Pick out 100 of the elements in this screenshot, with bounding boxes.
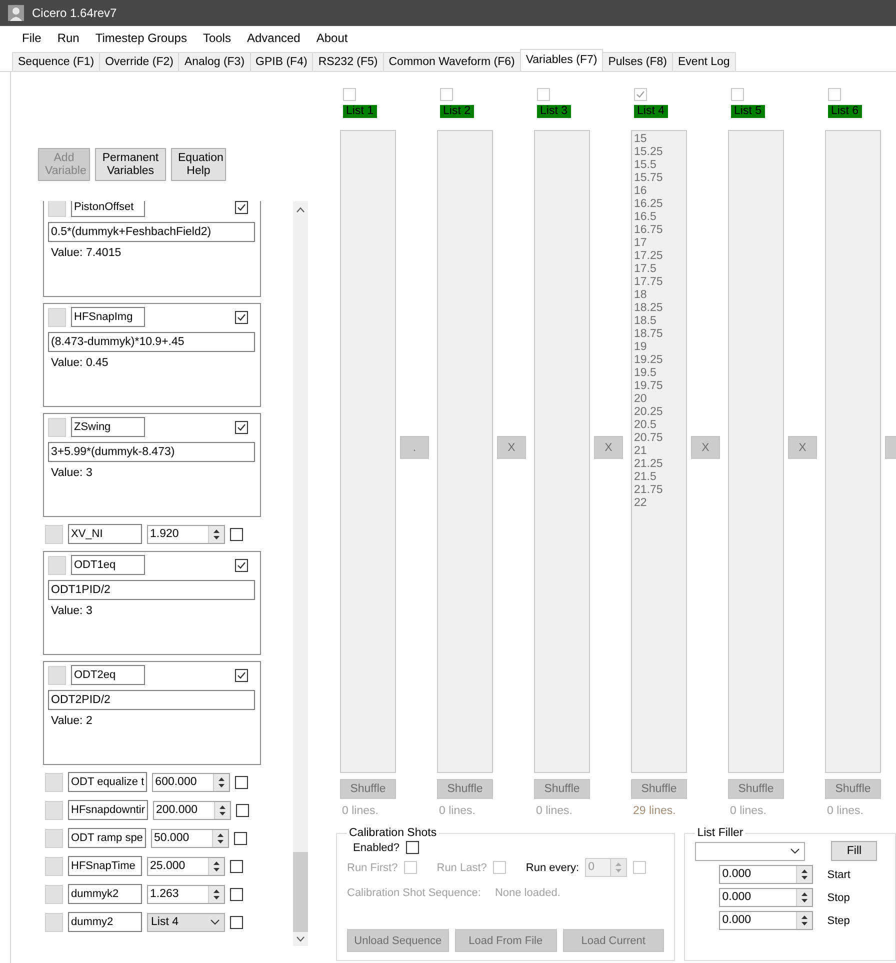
list-item: 16 [634, 185, 648, 198]
list-label: List 1 [343, 105, 376, 118]
tab[interactable]: Analog (F3) [178, 52, 251, 71]
list-item: 19.5 [634, 367, 658, 380]
tab[interactable]: Override (F2) [99, 52, 180, 71]
tab[interactable]: RS232 (F5) [312, 52, 384, 71]
tab[interactable]: Common Waveform (F6) [382, 52, 521, 71]
list-item: 20.5 [634, 419, 658, 432]
group-title: Calibration Shots [348, 827, 438, 839]
spin-field[interactable]: 0.000 [719, 911, 814, 930]
list-item: 18.75 [634, 328, 664, 341]
line-count: 0 lines. [826, 805, 864, 817]
tab[interactable]: Event Log [672, 52, 736, 71]
formula-field[interactable]: 3+5.99*(dummyk-8.473) [48, 442, 255, 462]
fill-button[interactable]: Fill [831, 841, 878, 861]
field-label: Step [827, 914, 850, 926]
line-count: 29 lines. [632, 805, 677, 817]
spin-field[interactable]: 25.000 [147, 856, 225, 876]
list-item: 16.5 [634, 211, 658, 224]
list-label: List 6 [828, 105, 862, 118]
enabled-label: Enabled? [353, 842, 400, 854]
list-item: 20.75 [634, 432, 664, 445]
formula-field[interactable]: ODT1PID/2 [48, 580, 255, 600]
spin-field[interactable]: 0.000 [719, 888, 814, 907]
list-item: 17.5 [634, 263, 658, 276]
sequence-label: Calibration Shot Sequence: [347, 887, 481, 899]
list-item: 19.75 [634, 380, 664, 393]
list-item: 15.75 [634, 172, 664, 185]
spin-field[interactable]: 0.000 [719, 865, 814, 884]
variable-name-field[interactable]: ZSwing [71, 417, 145, 437]
spin-field[interactable]: 50.000 [150, 828, 229, 848]
menu-item[interactable]: About [308, 31, 356, 45]
menu-item[interactable]: Advanced [238, 31, 308, 45]
list-label: List 5 [731, 105, 764, 118]
line-count: 0 lines. [341, 805, 380, 817]
variable-name-field[interactable]: ODT2eq [71, 665, 145, 685]
variable-name-field[interactable]: XV_NI [68, 524, 142, 544]
list-label: List 4 [634, 105, 668, 118]
tab[interactable]: Pulses (F8) [602, 52, 674, 71]
run-last-label: Run Last? [436, 862, 487, 874]
menu-item[interactable]: File [14, 31, 50, 45]
variable-name-field[interactable]: dummy2 [68, 912, 142, 932]
list-label: List 2 [440, 105, 474, 118]
line-count: 0 lines. [438, 805, 476, 817]
list-item: 20 [634, 393, 648, 406]
list-item: 21.25 [634, 458, 664, 471]
value-text: Value: 7.4015 [50, 247, 122, 259]
tab[interactable]: GPIB (F4) [250, 52, 314, 71]
line-count: 0 lines. [535, 805, 574, 817]
spin-field[interactable]: 200.000 [152, 800, 231, 820]
value-text: Value: 2 [50, 715, 94, 727]
list-item: 15.5 [634, 159, 658, 172]
list-item: 18.25 [634, 302, 664, 315]
sequence-value: None loaded. [494, 887, 560, 899]
line-count: 0 lines. [729, 805, 768, 817]
window-title: Cicero 1.64rev7 [32, 6, 117, 20]
spin-field[interactable]: 1.920 [147, 524, 225, 544]
menu-item[interactable]: Tools [194, 31, 239, 45]
variable-name-field[interactable]: HFsnapdowntir [68, 800, 148, 820]
list-item: 17.25 [634, 250, 664, 263]
variable-name-field[interactable]: HFSnapImg [71, 307, 145, 327]
list-item: 17 [634, 237, 648, 250]
list-item: 15.25 [634, 146, 664, 159]
list-item: 22 [634, 497, 648, 510]
list-dropdown[interactable]: List 4 [147, 912, 225, 932]
variable-name-field[interactable]: PistonOffset [71, 201, 145, 217]
variable-name-field[interactable]: ODT1eq [71, 555, 145, 575]
list-item: 19.25 [634, 354, 664, 367]
list-item: 15 [634, 133, 648, 146]
menu-item[interactable]: Timestep Groups [87, 31, 195, 45]
list-item: 20.25 [634, 406, 664, 419]
list-item: 21.5 [634, 471, 658, 484]
formula-field[interactable]: 0.5*(dummyk+FeshbachField2) [48, 222, 255, 242]
field-label: Start [827, 868, 850, 880]
variable-name-field[interactable]: HFSnapTime [68, 856, 142, 876]
list-item: 19 [634, 341, 648, 354]
run-first-label: Run First? [347, 862, 398, 874]
list-item: 18.5 [634, 315, 658, 328]
list-item: 21 [634, 445, 648, 458]
variable-name-field[interactable]: dummyk2 [68, 884, 142, 904]
formula-field[interactable]: ODT2PID/2 [48, 690, 255, 710]
list-item: 16.75 [634, 224, 664, 237]
variable-name-field[interactable]: ODT equalize t [68, 772, 148, 792]
value-text: Value: 0.45 [50, 357, 110, 369]
field-label: Stop [827, 892, 850, 904]
formula-field[interactable]: (8.473-dummyk)*10.9+.45 [48, 332, 255, 352]
group-title: List Filler [696, 827, 744, 839]
toolbar-button[interactable]: Equation Help [171, 148, 226, 181]
toolbar-button[interactable]: Permanent Variables [95, 148, 166, 181]
tab[interactable]: Sequence (F1) [12, 52, 100, 71]
value-text: Value: 3 [50, 605, 94, 617]
spin-field[interactable]: 600.000 [152, 772, 230, 792]
list-box[interactable]: 15 15.25 15.5 15.75 16 16.25 16.5 16.75 17 17.25 17.5 17.75 18 18.25 18.5 18.75 19 19.25 19.5 19.75 20 20.25 20.5 20.75 21 21.25 21.5 21.75 22 [631, 130, 687, 773]
value-text: Value: 3 [50, 467, 94, 479]
spin-field[interactable]: 1.263 [147, 884, 225, 904]
variable-name-field[interactable]: ODT ramp spe [68, 828, 146, 848]
run-every-label: Run every: [526, 862, 580, 874]
list-item: 17.75 [634, 276, 664, 289]
list-item: 21.75 [634, 484, 664, 497]
menu-item[interactable]: Run [49, 31, 88, 45]
